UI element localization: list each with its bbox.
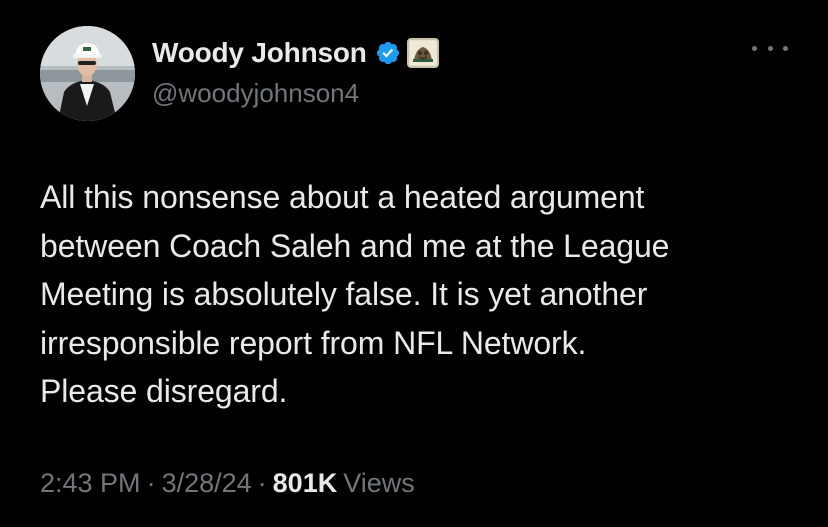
more-dot	[752, 45, 757, 51]
more-dot	[767, 45, 773, 51]
tweet-text: All this nonsense about a heated argumen…	[40, 179, 670, 409]
affiliate-badge-icon[interactable]	[406, 38, 439, 68]
avatar[interactable]	[40, 26, 135, 121]
tweet-time[interactable]: 2:43 PM	[40, 468, 141, 499]
views-label: Views	[343, 468, 415, 498]
verified-badge-icon	[375, 40, 401, 66]
author-name-row: Woody Johnson	[152, 36, 439, 70]
tweet-meta: 2:43 PM · 3/28/24 · 801K Views	[40, 468, 415, 499]
meta-separator: ·	[257, 468, 267, 498]
more-dot	[783, 45, 788, 51]
views-count[interactable]: 801K	[273, 468, 338, 499]
author-display-name[interactable]: Woody Johnson	[152, 37, 367, 69]
more-options-icon[interactable]	[752, 38, 788, 58]
tweet-date[interactable]: 3/28/24	[162, 468, 252, 499]
tweet: Woody Johnson @woodyjohnson4 All this no…	[0, 0, 828, 527]
author-handle[interactable]: @woodyjohnson4	[152, 78, 359, 109]
meta-separator: ·	[146, 468, 156, 498]
profile-photo	[40, 26, 135, 121]
